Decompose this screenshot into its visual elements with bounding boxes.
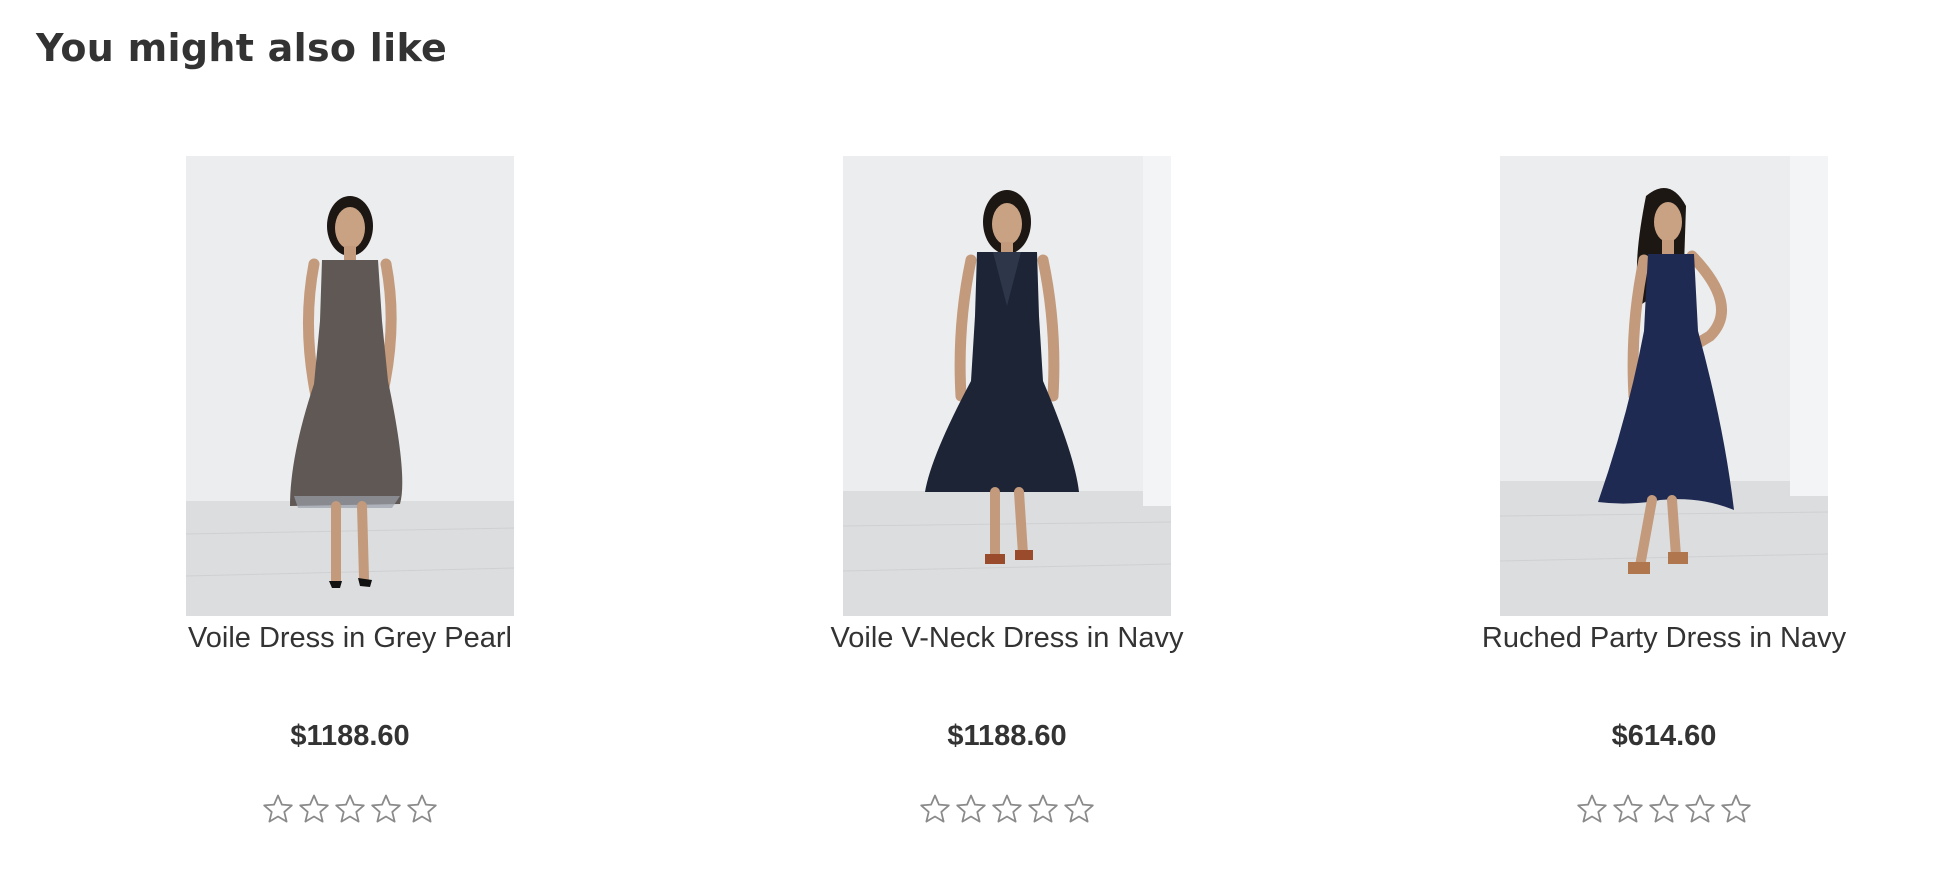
product-name[interactable]: Voile V-Neck Dress in Navy <box>777 622 1237 655</box>
star-rating <box>120 793 580 825</box>
star-rating <box>1434 793 1894 825</box>
star-icon <box>920 794 950 823</box>
star-icon <box>1577 794 1607 823</box>
star-icon <box>371 794 401 823</box>
star-icon <box>1721 794 1751 823</box>
product-photo-icon <box>1500 156 1828 616</box>
product-card[interactable]: Voile Dress in Grey Pearl $1188.60 <box>120 156 580 856</box>
star-icon <box>1028 794 1058 823</box>
star-icon <box>1685 794 1715 823</box>
product-name[interactable]: Voile Dress in Grey Pearl <box>120 622 580 655</box>
star-icon <box>956 794 986 823</box>
product-image[interactable] <box>186 156 514 616</box>
star-icon <box>407 794 437 823</box>
star-icon <box>992 794 1022 823</box>
product-photo-icon <box>843 156 1171 616</box>
product-card[interactable]: Voile V-Neck Dress in Navy $1188.60 <box>777 156 1237 856</box>
product-image[interactable] <box>1500 156 1828 616</box>
star-icon <box>335 794 365 823</box>
star-icon <box>1613 794 1643 823</box>
product-price: $1188.60 <box>947 720 1067 752</box>
product-card[interactable]: Ruched Party Dress in Navy $614.60 <box>1434 156 1894 856</box>
product-grid: Voile Dress in Grey Pearl $1188.60 Voile… <box>0 156 1934 856</box>
star-icon <box>1064 794 1094 823</box>
star-icon <box>299 794 329 823</box>
star-icon <box>263 794 293 823</box>
star-icon <box>1649 794 1679 823</box>
section-title: You might also like <box>36 26 448 70</box>
star-rating <box>777 793 1237 825</box>
product-price: $614.60 <box>1611 720 1717 752</box>
product-image[interactable] <box>843 156 1171 616</box>
product-price: $1188.60 <box>290 720 410 752</box>
product-name[interactable]: Ruched Party Dress in Navy <box>1434 622 1894 655</box>
product-photo-icon <box>186 156 514 616</box>
